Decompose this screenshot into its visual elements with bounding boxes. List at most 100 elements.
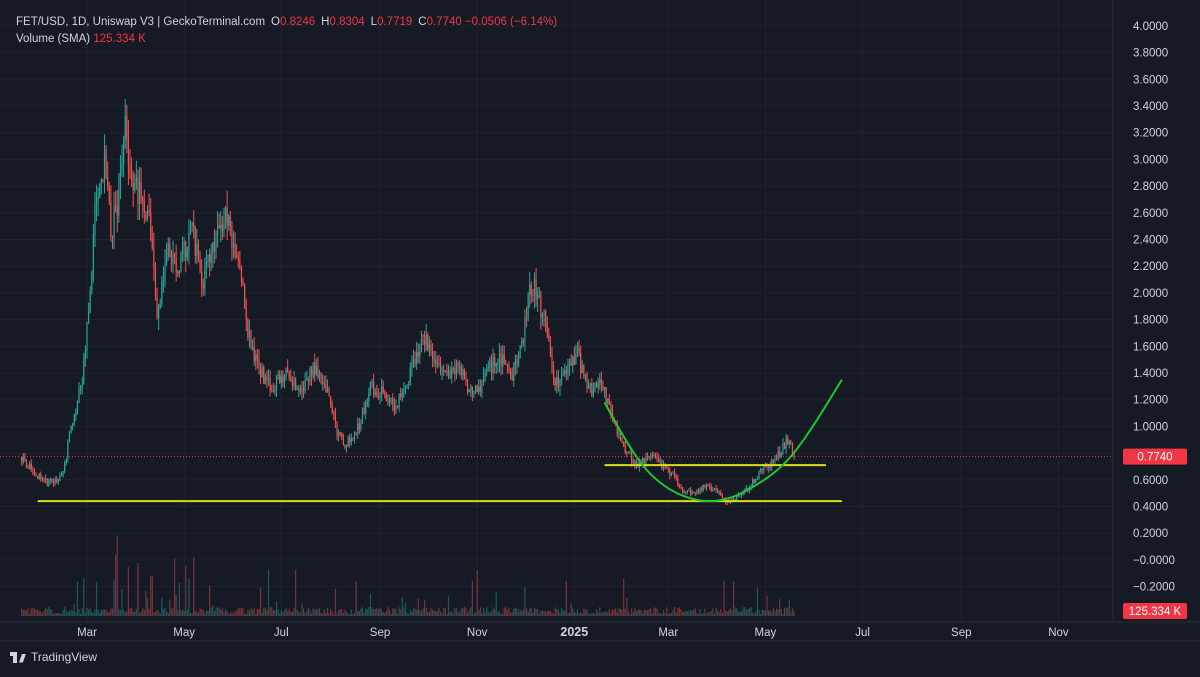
candle-body — [22, 457, 24, 462]
volume-bar — [683, 611, 685, 616]
volume-bar — [33, 608, 36, 616]
candle-body — [92, 233, 94, 273]
volume-bar — [169, 599, 171, 616]
candle-body — [312, 362, 314, 378]
volume-bar — [107, 611, 109, 616]
volume-bar — [193, 557, 195, 616]
volume-bar — [189, 612, 192, 616]
volume-bar — [223, 612, 225, 616]
volume-bar — [296, 609, 298, 616]
candle-body — [576, 347, 579, 354]
candle-body — [519, 345, 521, 357]
volume-bar — [371, 607, 373, 616]
candle-body — [331, 405, 333, 413]
volume-bar — [320, 612, 322, 616]
volume-bar — [584, 609, 587, 616]
candle-body — [564, 370, 566, 374]
volume-bar — [59, 613, 61, 616]
candle-body — [349, 437, 351, 443]
candle-body — [408, 383, 410, 385]
candle-body — [420, 340, 423, 353]
volume-bar — [640, 610, 642, 616]
volume-bar — [67, 611, 69, 616]
candle-body — [161, 281, 163, 304]
candle-body — [302, 387, 305, 392]
volume-bar — [22, 610, 24, 616]
volume-bar — [645, 609, 647, 616]
volume-bar — [312, 607, 314, 616]
candle-body — [118, 190, 120, 216]
volume-bar — [201, 609, 203, 616]
volume-bar — [365, 608, 367, 616]
volume-bar — [494, 608, 496, 616]
volume-bar — [424, 599, 426, 616]
volume-bar — [654, 607, 657, 616]
volume-bar — [742, 607, 744, 616]
volume-bar — [467, 612, 469, 616]
tradingview-brand[interactable]: TradingView — [10, 650, 97, 664]
candle-body — [530, 284, 532, 295]
volume-bar — [205, 610, 208, 616]
volume-bar — [513, 608, 515, 616]
candle-body — [365, 404, 367, 414]
candle-body — [37, 476, 39, 479]
volume-bar — [64, 607, 66, 616]
volume-bar — [650, 608, 652, 616]
volume-bar — [279, 613, 281, 616]
candle-body — [572, 356, 574, 366]
volume-bar — [382, 612, 384, 616]
candle-body — [173, 253, 176, 257]
volume-bar — [240, 607, 243, 616]
volume-bar — [132, 612, 134, 616]
x-tick-label: Jul — [274, 627, 289, 639]
candle-body — [231, 226, 233, 249]
volume-bar — [363, 612, 365, 616]
candle-body — [522, 340, 524, 342]
candle-body — [148, 209, 150, 213]
volume-bar — [505, 607, 507, 616]
volume-bar — [221, 608, 223, 616]
volume-bar — [568, 612, 571, 616]
volume-bar — [767, 610, 770, 616]
candle-body — [199, 258, 201, 273]
volume-bar — [295, 569, 297, 616]
rounded-bottom-arc[interactable] — [603, 379, 843, 503]
y-tick-label: 2.4000 — [1133, 235, 1168, 247]
volume-bar — [755, 610, 757, 616]
candle-body — [134, 182, 136, 191]
volume-bar — [732, 580, 735, 616]
candle-body — [568, 360, 571, 367]
candle-body — [653, 454, 655, 456]
candle-body — [790, 441, 792, 444]
chart-canvas[interactable]: 4.0000 3.8000 3.6000 3.4000 3.2000 3.0000 2.80… — [0, 0, 1200, 672]
candle-body — [721, 495, 724, 499]
candle-body — [95, 198, 98, 204]
candle-body — [177, 271, 179, 274]
candle-body — [307, 379, 309, 382]
candle-body — [145, 211, 147, 219]
candle-body — [317, 365, 319, 378]
volume-bar — [304, 612, 306, 616]
volume-bar — [148, 608, 150, 616]
volume-bar — [648, 609, 650, 616]
volume-value: 125.334 K — [93, 33, 146, 45]
volume-bar — [173, 558, 176, 616]
candle-body — [357, 423, 359, 434]
volume-bar — [368, 607, 370, 616]
candle-body — [422, 340, 424, 342]
candle-body — [627, 451, 630, 453]
volume-bar — [623, 578, 625, 616]
low-value: 0.7719 — [377, 16, 413, 28]
candle-body — [427, 334, 429, 350]
candle-body — [384, 392, 386, 396]
candle-body — [395, 405, 397, 410]
candle-body — [709, 485, 711, 488]
volume-bar — [535, 609, 537, 616]
candle-body — [645, 456, 647, 464]
volume-bar — [159, 613, 161, 616]
price-chart[interactable]: 4.0000 3.8000 3.6000 3.4000 3.2000 3.0000 2.80… — [0, 0, 1200, 672]
candle-body — [775, 458, 778, 460]
candle-body — [290, 378, 292, 380]
volume-bar — [457, 611, 459, 616]
volume-bar — [396, 613, 399, 616]
